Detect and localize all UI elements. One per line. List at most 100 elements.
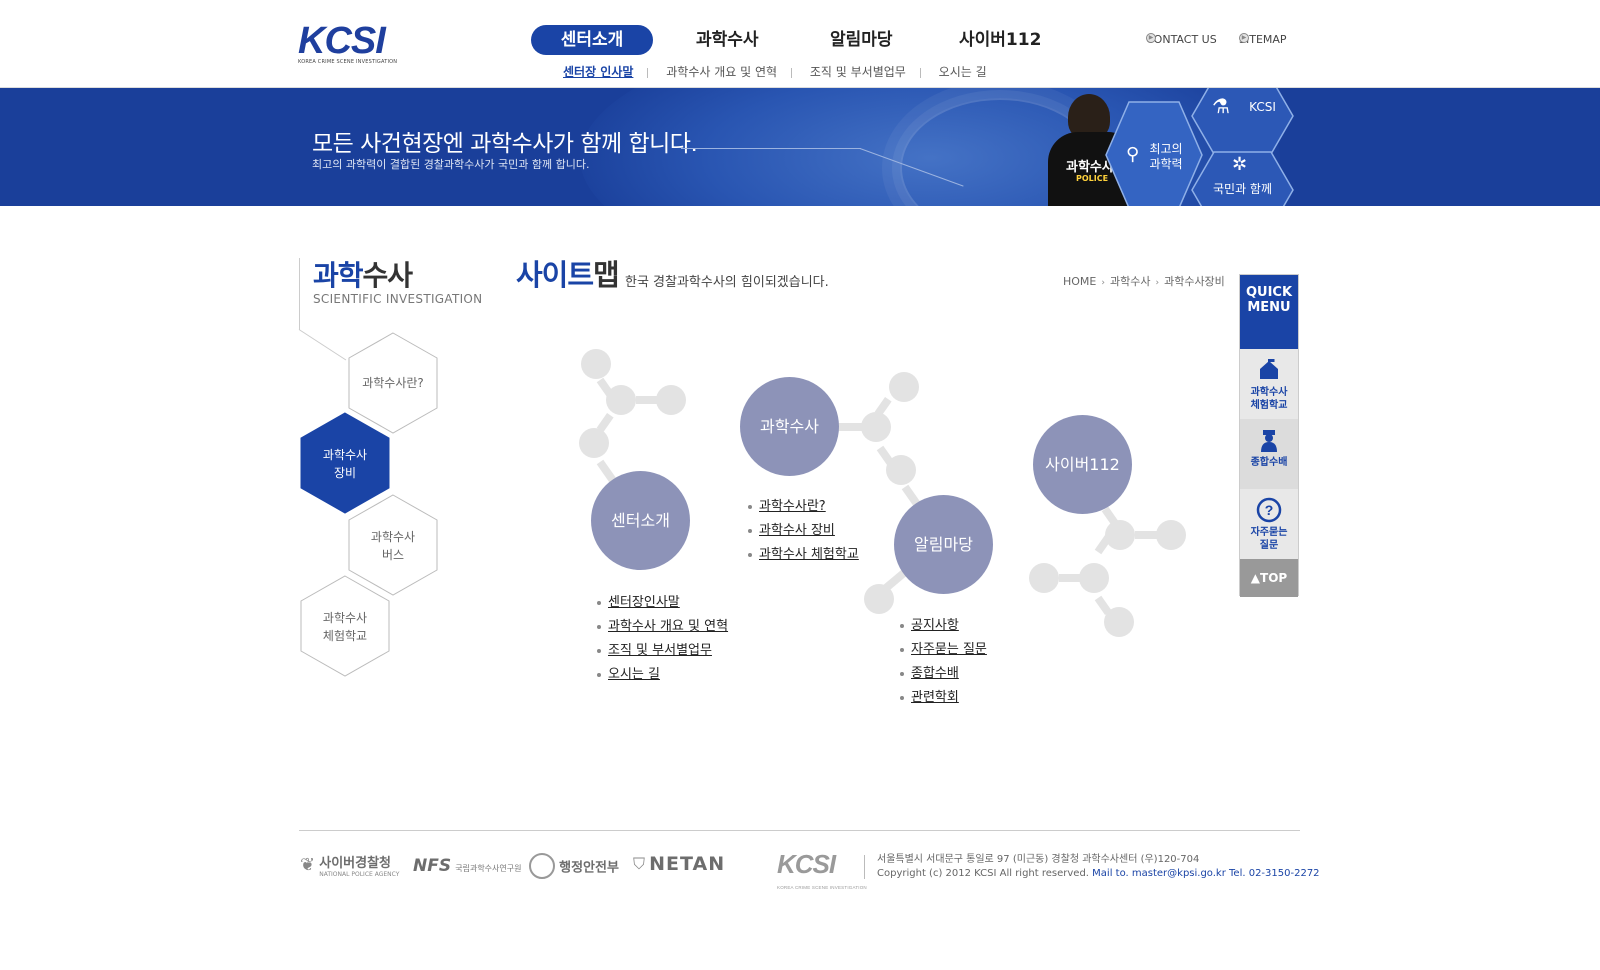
- link-faq[interactable]: 자주묻는 질문: [900, 638, 987, 662]
- quick-wanted[interactable]: 종합수배: [1240, 419, 1298, 489]
- footer-kcsi-mark: KCSI: [777, 849, 836, 879]
- link-school[interactable]: 과학수사 체험학교: [748, 543, 859, 567]
- page-title-b: 맵: [593, 258, 620, 292]
- sitemap-link[interactable]: ▶ SITEMAP: [1239, 33, 1287, 46]
- bullet: [900, 623, 904, 628]
- quick-menu-title: QUICK MENU: [1240, 275, 1298, 349]
- top-label: TOP: [1260, 571, 1288, 585]
- link-directions[interactable]: 오시는 길: [597, 663, 728, 687]
- footer-separator: [864, 855, 865, 879]
- circle-science[interactable]: 과학수사: [740, 377, 839, 476]
- section-title-a: 과학: [313, 259, 364, 292]
- triangle-up-icon: ▲: [1250, 571, 1261, 585]
- left-menu-label: 과학수사 체험학교: [322, 611, 368, 643]
- lnb-overview[interactable]: 과학수사 개요 및 연혁: [666, 63, 777, 80]
- bullet: [597, 624, 601, 629]
- global-nav: 센터소개 과학수사 알림마당 사이버112: [531, 25, 1051, 55]
- hero-banner: 모든 사건현장엔 과학수사가 함께 합니다. 최고의 과학력이 결합된 경찰과학…: [0, 88, 1600, 206]
- deco-dot: [579, 428, 609, 458]
- link-label: 관련학회: [911, 690, 959, 705]
- breadcrumb-science[interactable]: 과학수사: [1110, 275, 1150, 288]
- deco-connector: [876, 445, 894, 466]
- deco-connector: [1094, 595, 1112, 616]
- footer-address: 서울특별시 서대문구 통일로 97 (미근동) 경찰청 과학수사센터 (우)12…: [877, 853, 1320, 881]
- quick-school[interactable]: 과학수사 체험학교: [1240, 349, 1298, 419]
- quick-faq[interactable]: ? 자주묻는 질문: [1240, 489, 1298, 559]
- link-societies[interactable]: 관련학회: [900, 686, 987, 710]
- link-label: 종합수배: [911, 666, 959, 681]
- link-notices[interactable]: 공지사항: [900, 614, 987, 638]
- contact-us-label: CONTACT US: [1146, 33, 1217, 46]
- gnb-science[interactable]: 과학수사: [696, 25, 759, 55]
- mois-logo[interactable]: 행정안전부: [529, 853, 619, 883]
- banner-line: [681, 148, 861, 149]
- circle-notice[interactable]: 알림마당: [894, 495, 993, 594]
- gnb-notice[interactable]: 알림마당: [830, 25, 893, 55]
- bullet: [597, 672, 601, 677]
- contact-us-link[interactable]: ▶ CONTACT US: [1146, 33, 1217, 46]
- left-menu-school[interactable]: 과학수사 체험학교: [299, 575, 391, 677]
- sitemap-diagram: 센터소개 과학수사 알림마당 사이버112 센터장인사말 과학수사 개요 및 연…: [560, 340, 1200, 720]
- logo-subtitle: KOREA CRIME SCENE INVESTIGATION: [298, 59, 398, 65]
- deco-connector: [1135, 531, 1157, 539]
- link-label: 센터장인사말: [608, 595, 680, 610]
- section-title-b: 수사: [362, 259, 414, 292]
- hex-label: 국민과 함께: [1212, 182, 1272, 196]
- divider: [791, 67, 793, 78]
- link-what-is-science[interactable]: 과학수사란?: [748, 495, 859, 519]
- emblem-icon: [529, 853, 555, 879]
- banner-hex-science: ⚲ 최고의 과학력: [1104, 100, 1204, 206]
- org-name: NETAN: [649, 853, 726, 875]
- gnb-center[interactable]: 센터소개: [531, 25, 653, 55]
- lnb-greeting[interactable]: 센터장 인사말: [563, 63, 633, 80]
- nfs-logo[interactable]: NFS 국립과학수사연구원: [413, 856, 521, 886]
- contact-link[interactable]: Mail to. master@kpsi.go.kr Tel. 02-3150-…: [1092, 868, 1319, 879]
- deco-dot: [1079, 563, 1109, 593]
- deco-dot: [656, 385, 686, 415]
- circle-cyber112[interactable]: 사이버112: [1033, 415, 1132, 514]
- divider: [647, 67, 649, 78]
- center-links: 센터장인사말 과학수사 개요 및 연혁 조직 및 부서별업무 오시는 길: [597, 591, 728, 687]
- page-title-a: 사이트: [516, 258, 594, 292]
- bullet: [597, 648, 601, 653]
- deco-dot: [1156, 520, 1186, 550]
- hex-shape: [1191, 88, 1294, 155]
- kcsi-logo[interactable]: KCSI KOREA CRIME SCENE INVESTIGATION: [298, 22, 408, 65]
- breadcrumb-home[interactable]: HOME: [1063, 275, 1096, 288]
- chevron-right-icon: ›: [1101, 278, 1105, 288]
- link-label: 조직 및 부서별업무: [608, 643, 712, 658]
- deco-dot: [1105, 520, 1135, 550]
- chevron-right-icon: ›: [1155, 278, 1160, 288]
- link-organization[interactable]: 조직 및 부서별업무: [597, 639, 728, 663]
- copyright-text: Copyright (c) 2012 KCSI All right reserv…: [877, 868, 1089, 879]
- org-name: 사이버경찰청: [319, 856, 391, 871]
- back-to-top-button[interactable]: ▲TOP: [1240, 559, 1298, 597]
- deco-dot: [1029, 563, 1059, 593]
- left-menu-label: 과학수사 버스: [370, 530, 416, 562]
- link-equipment[interactable]: 과학수사 장비: [748, 519, 859, 543]
- footer-divider: [299, 830, 1300, 831]
- link-greeting[interactable]: 센터장인사말: [597, 591, 728, 615]
- quick-menu: QUICK MENU 과학수사 체험학교 종합수배 ? 자주묻는 질문 ▲TOP: [1239, 274, 1299, 597]
- section-subtitle: SCIENTIFIC INVESTIGATION: [313, 292, 483, 306]
- deco-connector: [636, 396, 658, 404]
- question-icon: ?: [1256, 497, 1282, 523]
- svg-text:?: ?: [1265, 502, 1274, 518]
- bullet: [748, 552, 752, 557]
- lnb-organization[interactable]: 조직 및 부서별업무: [810, 63, 906, 80]
- cyber-police-logo[interactable]: ❦ 사이버경찰청 NATIONAL POLICE AGENCY: [300, 852, 399, 882]
- lnb-directions[interactable]: 오시는 길: [939, 63, 987, 80]
- netan-logo[interactable]: ⛉ NETAN: [633, 853, 725, 883]
- bullet: [748, 504, 752, 509]
- link-wanted[interactable]: 종합수배: [900, 662, 987, 686]
- gnb-cyber112[interactable]: 사이버112: [959, 25, 1041, 55]
- deco-dot: [861, 412, 891, 442]
- bullet: [900, 647, 904, 652]
- link-label: 과학수사 개요 및 연혁: [608, 619, 729, 634]
- org-name: 행정안전부: [559, 860, 619, 876]
- circle-center[interactable]: 센터소개: [591, 471, 690, 570]
- link-overview[interactable]: 과학수사 개요 및 연혁: [597, 615, 728, 639]
- banner-hex-citizens: ✲ 국민과 함께: [1190, 150, 1295, 206]
- banner-hex-kcsi: ⚗ KCSI: [1190, 88, 1295, 156]
- site-header: KCSI KOREA CRIME SCENE INVESTIGATION 센터소…: [0, 0, 1600, 88]
